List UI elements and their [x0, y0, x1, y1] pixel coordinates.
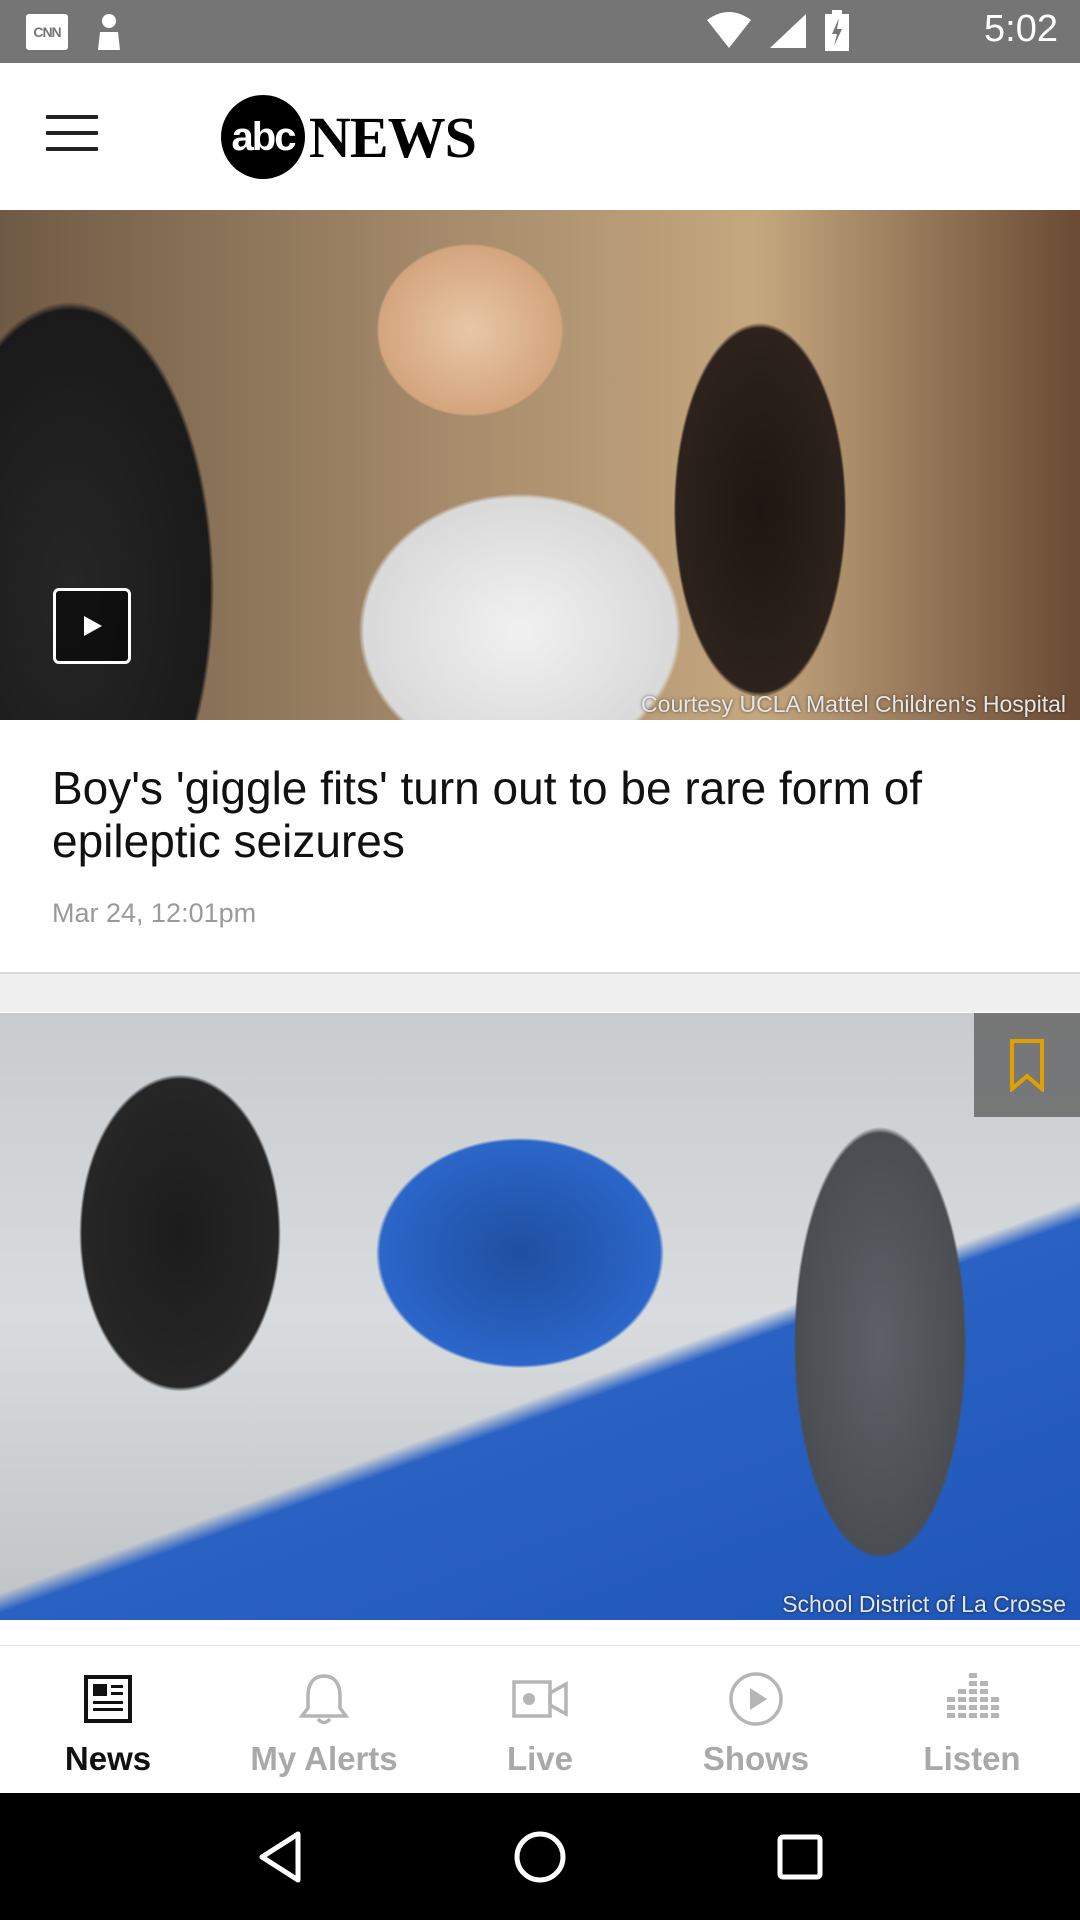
story-headline[interactable]: Boy's 'giggle fits' turn out to be rare …	[52, 762, 1052, 868]
nav-news[interactable]: News	[0, 1646, 216, 1794]
signal-icon	[770, 14, 806, 48]
story-image[interactable]: School District of La Crosse	[0, 1013, 1080, 1620]
nav-label: Shows	[702, 1740, 810, 1777]
cnn-icon: CNN	[26, 14, 68, 50]
logo-text: NEWS	[309, 104, 477, 170]
cnn-badge-text: CNN	[33, 24, 61, 40]
app-header: abc NEWS	[0, 63, 1080, 210]
status-time: 5:02	[984, 8, 1058, 50]
story-timestamp: Mar 24, 12:01pm	[52, 898, 257, 928]
battery-charging-icon	[825, 10, 849, 51]
wifi-icon	[707, 12, 751, 48]
play-video-button[interactable]	[53, 588, 131, 664]
status-bar: CNN 5:02	[0, 0, 1080, 63]
logo-circle: abc	[221, 95, 305, 179]
story-divider	[0, 972, 1080, 1012]
abc-news-logo[interactable]: abc NEWS	[221, 95, 477, 179]
image-credit: Courtesy UCLA Mattel Children's Hospital	[641, 691, 1066, 717]
image-credit: School District of La Crosse	[782, 1591, 1066, 1617]
hamburger-menu-icon[interactable]	[46, 115, 98, 155]
nav-live[interactable]: Live	[432, 1646, 648, 1794]
bookmark-button[interactable]	[974, 1013, 1080, 1117]
bookmark-icon	[1010, 1039, 1044, 1092]
nav-label: News	[64, 1740, 152, 1777]
nav-label: Listen	[923, 1740, 1021, 1777]
nav-label: My Alerts	[250, 1740, 398, 1777]
story-image[interactable]: Courtesy UCLA Mattel Children's Hospital	[0, 210, 1080, 720]
play-icon	[84, 616, 102, 636]
video-camera-icon	[511, 1668, 569, 1730]
system-status-icons	[706, 10, 850, 52]
audio-bars-icon	[945, 1668, 999, 1730]
nav-label: Live	[506, 1740, 574, 1777]
nav-listen[interactable]: Listen	[864, 1646, 1080, 1794]
notification-icon	[96, 12, 122, 57]
back-icon[interactable]	[245, 1822, 315, 1892]
nav-shows[interactable]: Shows	[648, 1646, 864, 1794]
bottom-navigation: News My Alerts Live Shows Listen	[0, 1645, 1080, 1794]
bell-icon	[299, 1668, 349, 1730]
nav-my-alerts[interactable]: My Alerts	[216, 1646, 432, 1794]
play-circle-icon	[728, 1668, 784, 1730]
story-card[interactable]: Boy's 'giggle fits' turn out to be rare …	[52, 762, 1052, 929]
system-navigation-bar	[0, 1793, 1080, 1920]
home-icon[interactable]	[505, 1822, 575, 1892]
newspaper-icon	[83, 1668, 133, 1730]
recents-icon[interactable]	[765, 1822, 835, 1892]
